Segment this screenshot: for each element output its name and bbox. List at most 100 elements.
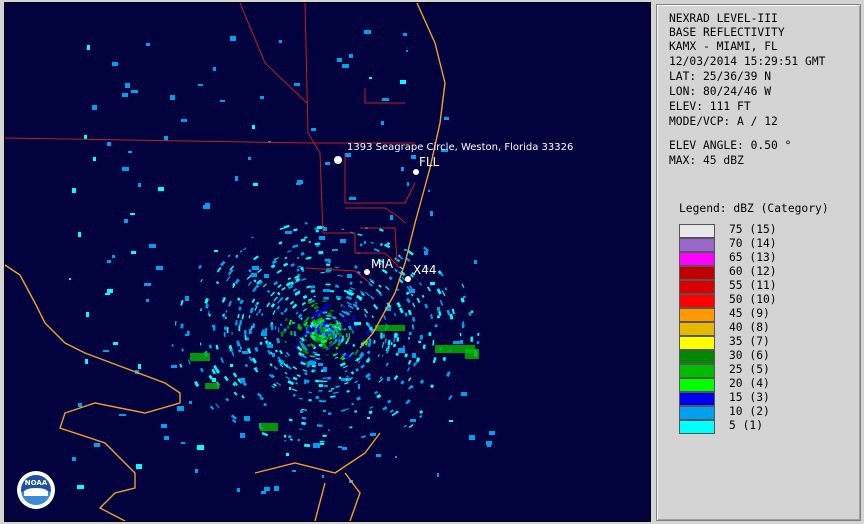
echo-cell — [276, 305, 281, 310]
echo-cell — [277, 284, 282, 289]
echo-cell — [371, 315, 374, 319]
echo-cell — [208, 344, 213, 349]
echo-cell — [85, 359, 88, 364]
echo-cell — [292, 322, 295, 324]
echo-cell — [346, 301, 352, 306]
echo-cell — [382, 406, 388, 411]
echo-cell — [407, 359, 412, 365]
echo-cell — [283, 328, 287, 332]
echo-cell — [349, 54, 353, 58]
echo-cell — [363, 308, 369, 314]
echo-cell — [288, 319, 292, 325]
echo-cell — [171, 344, 174, 347]
echo-cell — [337, 58, 342, 62]
echo-cell — [293, 331, 297, 337]
echo-cell — [296, 374, 301, 378]
echo-cell — [334, 356, 339, 359]
echo-cell — [451, 308, 455, 315]
echo-cell — [180, 299, 184, 306]
echo-cell — [412, 302, 416, 308]
echo-cell — [342, 365, 348, 369]
echo-cell — [107, 289, 113, 293]
echo-cell — [264, 336, 267, 339]
echo-cell — [345, 295, 352, 301]
echo-cell — [264, 274, 269, 278]
echo-cell — [350, 287, 356, 291]
echo-cell — [226, 275, 231, 282]
echo-cell — [373, 303, 379, 310]
noaa-logo-text: NOAA — [24, 479, 48, 487]
echo-cell — [383, 333, 385, 338]
echo-cell — [322, 475, 324, 478]
echo-cell — [287, 277, 292, 281]
echo-cell — [175, 321, 177, 326]
echo-cell — [265, 327, 268, 331]
echo-cell — [335, 295, 342, 299]
echo-cell — [437, 473, 439, 477]
echo-cell — [418, 282, 423, 286]
echo-cell — [325, 283, 331, 286]
reflectivity-echoes — [69, 30, 495, 494]
fll-marker[interactable] — [413, 169, 419, 175]
echo-cell — [322, 333, 326, 337]
echo-cell — [273, 296, 278, 302]
echo-cell — [289, 300, 295, 305]
x44-marker[interactable] — [405, 276, 411, 282]
elevation-angle: ELEV ANGLE: 0.50 ° — [669, 139, 792, 152]
echo-cell — [311, 332, 315, 335]
legend-swatch — [679, 224, 715, 238]
echo-cell — [284, 256, 288, 260]
echo-cell — [352, 343, 356, 348]
echo-cell — [158, 187, 164, 191]
legend-swatch — [679, 252, 715, 266]
legend-label: 50 (10) — [729, 293, 777, 306]
echo-cell — [406, 367, 411, 372]
echo-cell — [354, 326, 358, 330]
echo-cell — [200, 367, 204, 373]
echo-cell — [292, 366, 298, 370]
legend-label: 55 (11) — [729, 279, 777, 292]
echo-cell — [325, 271, 331, 273]
echo-cell — [373, 248, 380, 253]
echo-cell — [387, 377, 390, 381]
echo-cell — [284, 317, 288, 322]
echo-cell — [237, 297, 241, 301]
echo-cell — [138, 364, 141, 369]
radar-map[interactable]: 1393 Seagrape Circle, Weston, Florida 33… — [4, 2, 651, 522]
echo-cell — [403, 424, 408, 428]
echo-cell — [302, 294, 308, 300]
echo-cell — [296, 268, 300, 272]
echo-cell — [355, 367, 360, 372]
echo-cell — [326, 263, 331, 266]
echo-cell — [273, 280, 279, 286]
echo-cell — [320, 271, 325, 274]
echo-cell — [323, 384, 328, 388]
echo-cell — [441, 290, 446, 297]
echo-cell — [291, 388, 297, 392]
echo-cell — [286, 453, 289, 456]
echo-cell — [322, 306, 328, 310]
echo-cell — [319, 440, 325, 443]
echo-cell — [84, 135, 87, 139]
echo-cell — [378, 228, 384, 232]
echo-cell — [285, 376, 291, 380]
echo-cell — [225, 310, 228, 313]
echo-cell — [348, 351, 354, 358]
echo-cell — [319, 399, 323, 403]
echo-cell — [356, 307, 360, 311]
echo-cell — [253, 255, 259, 261]
echo-cell — [279, 323, 283, 327]
echo-cell — [394, 333, 398, 338]
echo-cell — [237, 313, 240, 319]
echo-cell — [290, 330, 293, 336]
echo-cell — [324, 380, 328, 383]
product-name: NEXRAD LEVEL-III — [669, 12, 778, 25]
mia-marker[interactable] — [364, 269, 370, 275]
mia-label: MIA — [371, 257, 394, 271]
echo-cell — [308, 398, 312, 402]
echo-cell — [204, 297, 209, 304]
echo-cell — [280, 331, 284, 337]
echo-cell — [306, 285, 312, 289]
echo-cell — [421, 294, 425, 298]
address-marker[interactable] — [334, 156, 342, 164]
